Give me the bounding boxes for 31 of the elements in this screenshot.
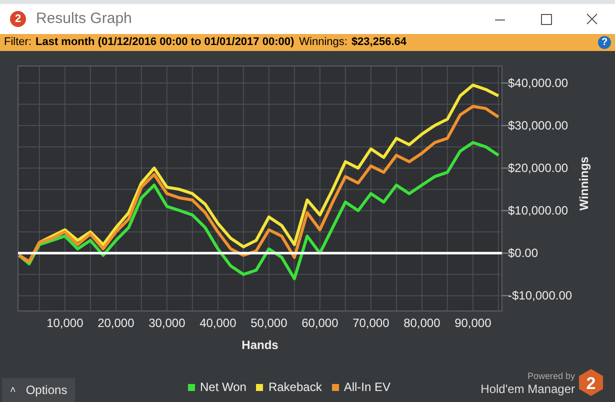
- x-tick-label: 90,000: [454, 316, 492, 330]
- x-tick-label: 30,000: [148, 316, 186, 330]
- y-tick-label: $0.00: [508, 246, 538, 260]
- legend-label: Net Won: [200, 379, 246, 396]
- powered-by-text: Powered by: [527, 371, 575, 382]
- legend-label: All-In EV: [344, 379, 391, 396]
- x-tick-label: 20,000: [98, 316, 134, 330]
- brand-logo: 2: [579, 369, 603, 396]
- window-title: Results Graph: [36, 8, 132, 29]
- x-tick-label: 80,000: [404, 316, 440, 330]
- filter-label: Filter:: [4, 35, 32, 50]
- y-tick-label: $20,000.00: [508, 161, 568, 176]
- x-tick-label: 40,000: [200, 316, 236, 330]
- y-axis-title: Winnings: [577, 156, 591, 210]
- legend-label: Rakeback: [268, 379, 322, 396]
- winnings-value: $23,256.64: [351, 35, 406, 50]
- y-tick-label: -$10,000.00: [508, 288, 572, 303]
- y-tick-label: $10,000.00: [508, 204, 568, 218]
- app-logo-icon: 2: [10, 11, 26, 27]
- help-icon[interactable]: ?: [598, 36, 611, 49]
- x-tick-label: 60,000: [302, 316, 338, 330]
- winnings-label: Winnings:: [299, 35, 348, 50]
- x-tick-label: 10,000: [46, 316, 84, 330]
- y-tick-label: $30,000.00: [508, 118, 568, 133]
- x-tick-label: 70,000: [352, 316, 390, 330]
- y-tick-label: $40,000.00: [508, 76, 568, 90]
- options-button[interactable]: ˄ Options: [2, 378, 76, 402]
- product-name: Hold'em Manager: [480, 382, 575, 396]
- x-axis-title: Hands: [242, 338, 278, 351]
- x-tick-label: 50,000: [250, 316, 288, 330]
- filter-value: Last month (01/12/2016 00:00 to 01/01/2017 00:00): [36, 35, 294, 50]
